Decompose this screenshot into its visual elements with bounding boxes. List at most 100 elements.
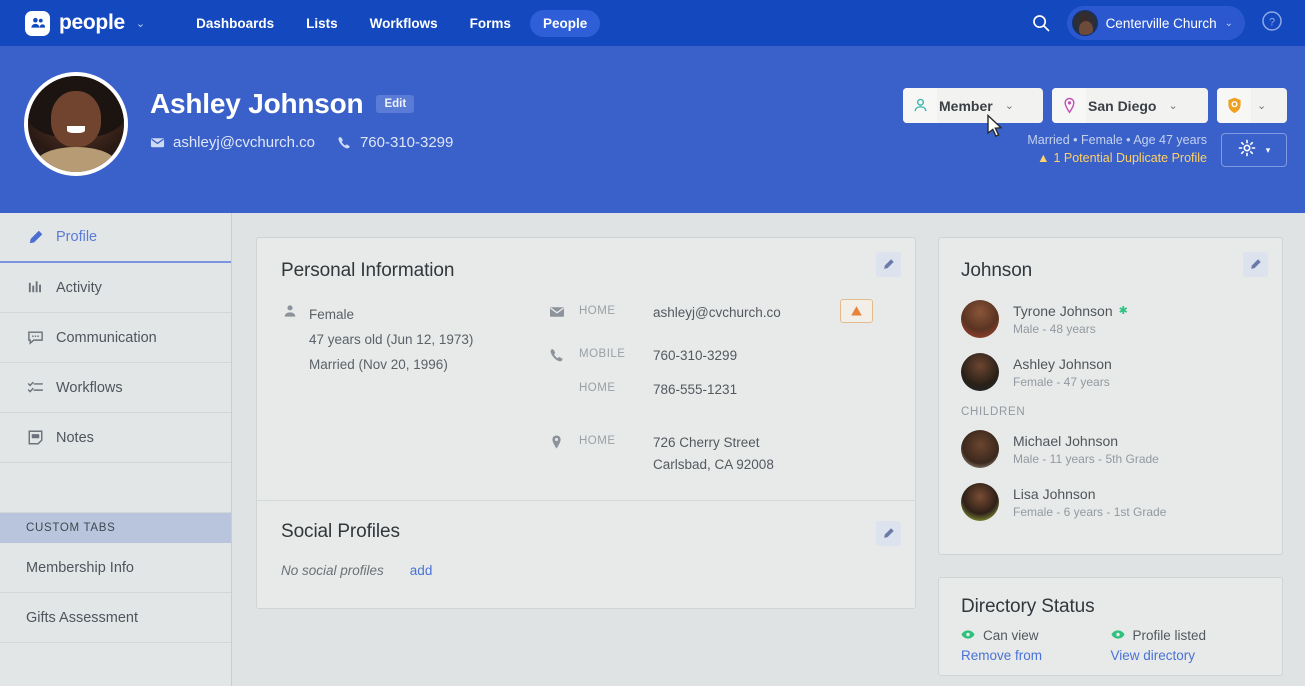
sidebar-item-label: Activity xyxy=(56,280,102,296)
contact-value-home-phone[interactable]: 786-555-1231 xyxy=(653,379,737,401)
sidebar-item-label: Membership Info xyxy=(26,560,134,576)
avatar xyxy=(961,353,999,391)
map-pin-icon xyxy=(1052,88,1086,123)
help-circle-icon[interactable]: ? xyxy=(1261,10,1283,37)
sidebar-item-activity[interactable]: Activity xyxy=(0,263,231,313)
contact-field-address: HOME 726 Cherry Street Carlsbad, CA 9200… xyxy=(549,432,891,476)
sidebar-item-communication[interactable]: Communication xyxy=(0,313,231,363)
header-phone[interactable]: 760-310-3299 xyxy=(337,134,453,151)
duplicate-profile-warning[interactable]: ▲1 Potential Duplicate Profile xyxy=(1027,151,1207,165)
contact-label: HOME xyxy=(579,432,653,447)
chevron-down-icon: ⌄ xyxy=(1251,99,1277,112)
map-pin-icon xyxy=(549,432,579,450)
address-line-2: Carlsbad, CA 92008 xyxy=(653,454,774,476)
nav-link-workflows[interactable]: Workflows xyxy=(357,10,451,37)
sidebar-item-gifts-assessment[interactable]: Gifts Assessment xyxy=(0,593,231,643)
profile-header-actions: Member ⌄ San Diego ⌄ xyxy=(903,68,1287,167)
header-email-text: ashleyj@cvchurch.co xyxy=(173,134,315,151)
nav-link-forms[interactable]: Forms xyxy=(457,10,524,37)
warning-triangle-icon xyxy=(850,305,863,317)
settings-menu-button[interactable]: ▾ xyxy=(1221,133,1287,167)
primary-nav: Dashboards Lists Workflows Forms People xyxy=(183,10,600,37)
edit-household-button[interactable] xyxy=(1243,252,1268,277)
member-name-text: Michael Johnson xyxy=(1013,433,1118,449)
sidebar-item-label: Notes xyxy=(56,430,94,446)
nav-link-lists[interactable]: Lists xyxy=(293,10,351,37)
svg-text:?: ? xyxy=(1269,16,1275,28)
directory-profile-listed-status: Profile listed xyxy=(1133,628,1207,643)
profile-header: Ashley Johnson Edit ashleyj@cvchurch.co … xyxy=(0,46,1305,213)
avatar xyxy=(961,430,999,468)
contact-value-email[interactable]: ashleyj@cvchurch.co xyxy=(653,302,781,324)
sidebar-item-label: Communication xyxy=(56,330,157,346)
sidebar-item-profile[interactable]: Profile xyxy=(0,213,231,263)
edit-name-button[interactable]: Edit xyxy=(376,95,414,113)
edit-personal-information-button[interactable] xyxy=(876,252,901,277)
shield-status-dropdown[interactable]: ⌄ xyxy=(1217,88,1287,123)
eye-icon xyxy=(961,628,975,643)
list-item[interactable]: Michael Johnson Male - 11 years - 5th Gr… xyxy=(961,430,1260,468)
contact-label: HOME xyxy=(579,379,653,394)
household-member-sub: Male - 11 years - 5th Grade xyxy=(1013,452,1159,466)
chevron-down-icon[interactable]: ⌄ xyxy=(136,17,145,30)
brand-name: people xyxy=(59,11,125,35)
chevron-down-icon: ⌄ xyxy=(1162,99,1188,112)
chat-bubble-icon xyxy=(26,329,44,346)
sidebar-item-label: Profile xyxy=(56,229,97,245)
household-member-name: Tyrone Johnson ✱ xyxy=(1013,303,1128,319)
checklist-icon xyxy=(26,379,44,396)
nav-link-dashboards[interactable]: Dashboards xyxy=(183,10,287,37)
brand-logo[interactable]: people ⌄ xyxy=(16,11,145,36)
membership-status-dropdown[interactable]: Member ⌄ xyxy=(903,88,1043,123)
shield-icon xyxy=(1217,88,1251,123)
social-profiles-title: Social Profiles xyxy=(281,521,891,543)
envelope-icon xyxy=(549,302,579,320)
sidebar-item-membership-info[interactable]: Membership Info xyxy=(0,543,231,593)
household-member-name: Michael Johnson xyxy=(1013,433,1159,449)
nav-link-people[interactable]: People xyxy=(530,10,600,37)
right-column: Johnson Tyrone Johnson ✱ xyxy=(938,237,1283,686)
list-item[interactable]: Lisa Johnson Female - 6 years - 1st Grad… xyxy=(961,483,1260,521)
organization-switcher[interactable]: Centerville Church ⌄ xyxy=(1067,6,1245,40)
remove-from-directory-link[interactable]: Remove from xyxy=(961,648,1111,663)
sidebar: Profile Activity Communication xyxy=(0,213,232,686)
profile-identity: Ashley Johnson Edit ashleyj@cvchurch.co … xyxy=(150,68,453,151)
body: Profile Activity Communication xyxy=(0,213,1305,686)
email-warning-badge[interactable] xyxy=(840,299,873,323)
sidebar-section-custom-tabs: CUSTOM TABS xyxy=(0,513,231,543)
phone-icon xyxy=(337,135,352,150)
sidebar-item-workflows[interactable]: Workflows xyxy=(0,363,231,413)
contact-label: MOBILE xyxy=(579,345,653,360)
add-social-profile-link[interactable]: add xyxy=(410,563,433,578)
header-email[interactable]: ashleyj@cvchurch.co xyxy=(150,134,315,151)
bar-chart-icon xyxy=(26,279,44,296)
sidebar-item-notes[interactable]: Notes xyxy=(0,413,231,463)
left-column: Personal Information xyxy=(256,237,916,686)
search-icon[interactable] xyxy=(1031,13,1051,33)
campus-dropdown[interactable]: San Diego ⌄ xyxy=(1052,88,1208,123)
avatar xyxy=(961,300,999,338)
contact-value-address[interactable]: 726 Cherry Street Carlsbad, CA 92008 xyxy=(653,432,774,476)
pencil-icon xyxy=(882,527,895,540)
directory-status-left: Can view Remove from xyxy=(961,628,1111,663)
view-directory-link[interactable]: View directory xyxy=(1111,648,1261,663)
edit-social-profiles-button[interactable] xyxy=(876,521,901,546)
primary-contact-star-icon: ✱ xyxy=(1119,304,1128,317)
directory-can-view-status: Can view xyxy=(983,628,1039,643)
top-navbar: people ⌄ Dashboards Lists Workflows Form… xyxy=(0,0,1305,46)
contact-value-mobile-phone[interactable]: 760-310-3299 xyxy=(653,345,737,367)
sidebar-item-partial[interactable] xyxy=(0,643,231,686)
profile-avatar[interactable] xyxy=(24,72,128,176)
page-title: Ashley Johnson xyxy=(150,88,363,120)
member-name-text: Lisa Johnson xyxy=(1013,486,1096,502)
contact-label: HOME xyxy=(579,302,653,317)
pencil-icon xyxy=(882,258,895,271)
household-member-name: Lisa Johnson xyxy=(1013,486,1166,502)
list-item[interactable]: Tyrone Johnson ✱ Male - 48 years xyxy=(961,300,1260,338)
member-name-text: Ashley Johnson xyxy=(1013,356,1112,372)
organization-name: Centerville Church xyxy=(1106,16,1217,31)
directory-status-title: Directory Status xyxy=(961,596,1260,618)
avatar xyxy=(961,483,999,521)
pencil-icon xyxy=(1249,258,1262,271)
list-item[interactable]: Ashley Johnson Female - 47 years xyxy=(961,353,1260,391)
